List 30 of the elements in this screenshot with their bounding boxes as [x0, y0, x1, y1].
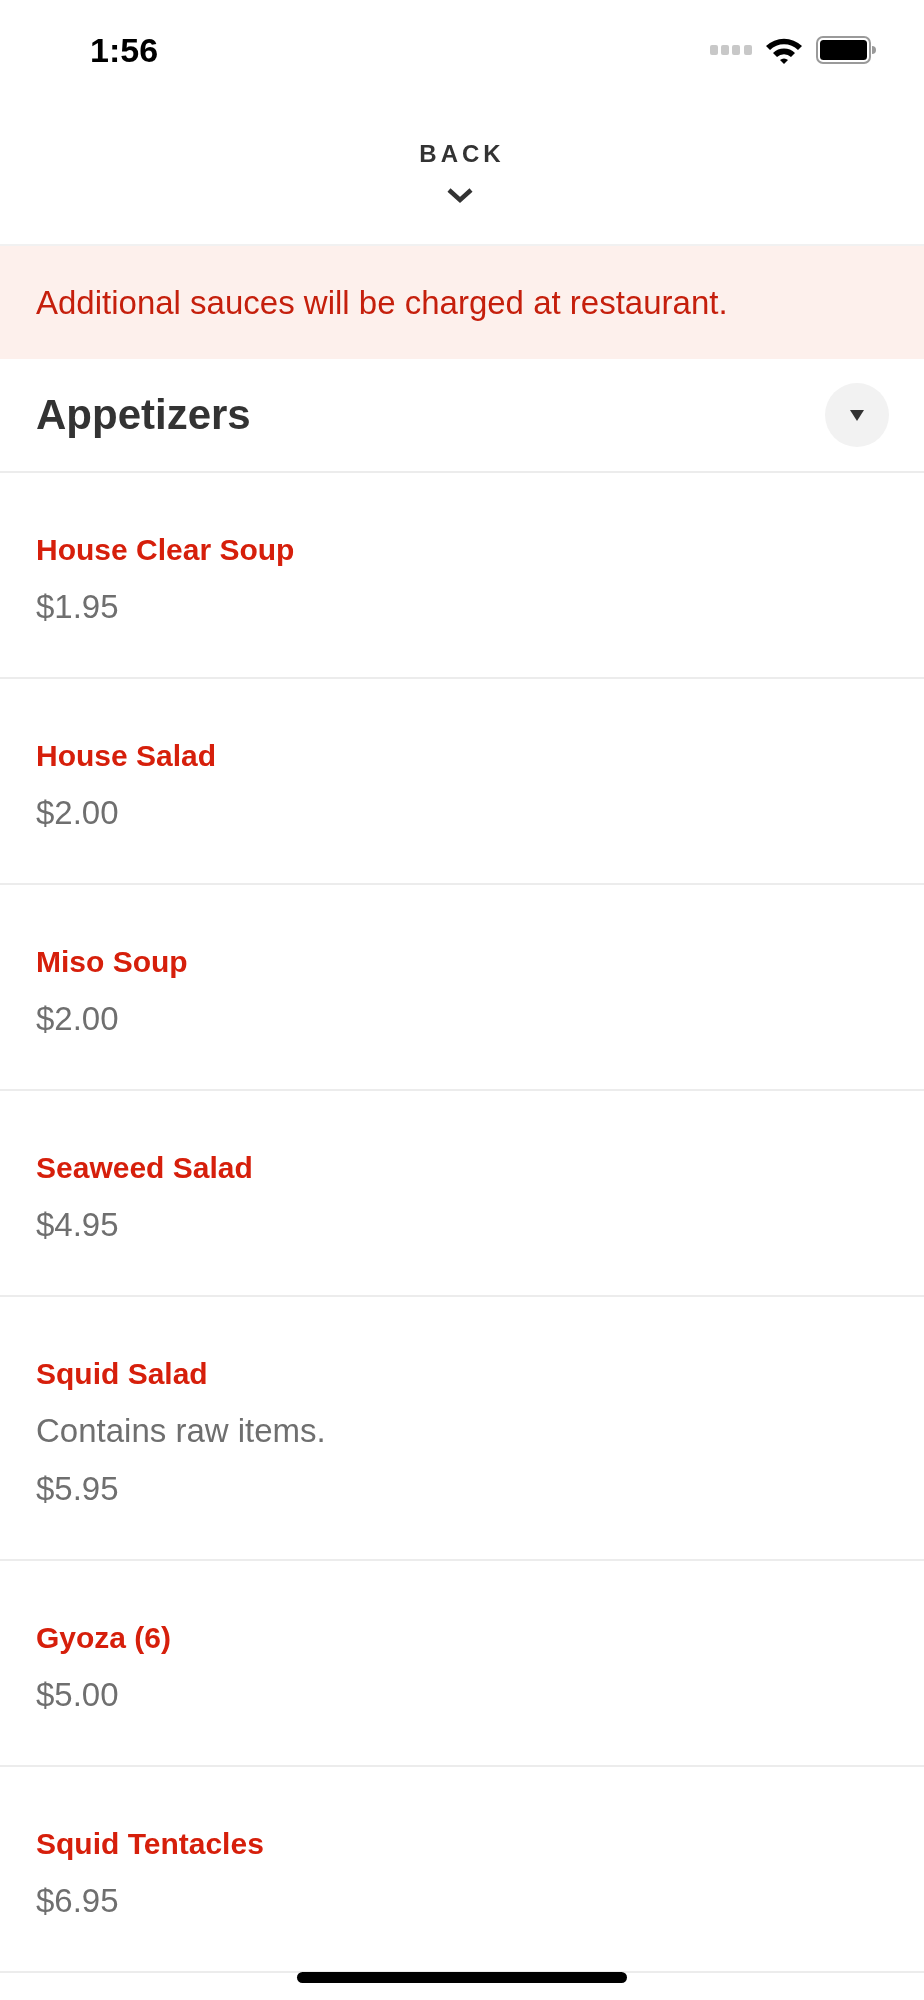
- menu-item-row[interactable]: Seaweed Salad $4.95: [0, 1091, 924, 1297]
- item-description: Contains raw items.: [36, 1411, 327, 1450]
- menu-item-row[interactable]: Gyoza (6) $5.00: [0, 1561, 924, 1767]
- item-price: $6.95: [36, 1881, 120, 1920]
- wifi-icon: [766, 36, 802, 64]
- item-price: $2.00: [36, 999, 120, 1038]
- item-price: $2.00: [36, 793, 120, 832]
- item-name: Miso Soup: [36, 944, 189, 980]
- section-title: Appetizers: [36, 390, 251, 440]
- battery-icon: [816, 36, 876, 64]
- item-name: Squid Salad: [36, 1356, 209, 1392]
- item-price: $4.95: [36, 1205, 120, 1244]
- signal-icon: [710, 45, 752, 55]
- menu-item-row[interactable]: Squid Salad Contains raw items. $5.95: [0, 1297, 924, 1561]
- notice-text: Additional sauces will be charged at restaurant.: [36, 282, 728, 323]
- chevron-down-icon: [447, 188, 473, 204]
- item-name: Seaweed Salad: [36, 1150, 254, 1186]
- item-price: $5.00: [36, 1675, 120, 1714]
- item-name: Squid Tentacles: [36, 1826, 265, 1862]
- status-time: 1:56: [90, 30, 159, 70]
- menu-item-row[interactable]: House Clear Soup $1.95: [0, 473, 924, 679]
- item-name: House Clear Soup: [36, 532, 296, 568]
- item-price: $1.95: [36, 587, 120, 626]
- back-button[interactable]: BACK: [419, 140, 505, 204]
- item-price: $5.95: [36, 1469, 120, 1508]
- caret-down-icon: [850, 409, 864, 421]
- item-name: House Salad: [36, 738, 218, 774]
- item-name: Gyoza (6): [36, 1620, 173, 1656]
- menu-item-row[interactable]: House Salad $2.00: [0, 679, 924, 885]
- menu-item-row[interactable]: Miso Soup $2.00: [0, 885, 924, 1091]
